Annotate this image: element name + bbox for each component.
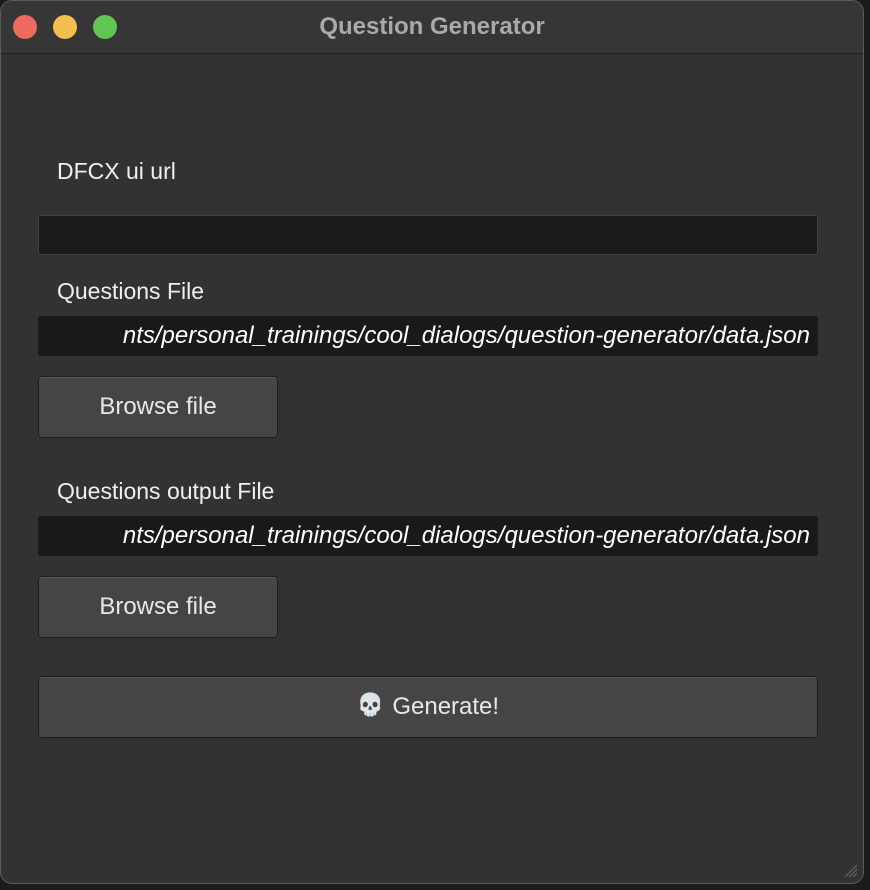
questions-output-file-value: nts/personal_trainings/cool_dialogs/ques… bbox=[122, 522, 810, 549]
generate-button-label: Generate! bbox=[392, 693, 500, 720]
app-window: Question Generator DFCX ui url Questions… bbox=[0, 0, 864, 884]
window-title: Question Generator bbox=[319, 13, 545, 40]
questions-output-file-label: Questions output File bbox=[57, 478, 275, 504]
questions-file-input[interactable]: nts/personal_trainings/cool_dialogs/ques… bbox=[38, 316, 818, 356]
dfcx-url-label: DFCX ui url bbox=[57, 158, 176, 184]
questions-file-label: Questions File bbox=[57, 278, 205, 304]
questions-browse-button[interactable]: Browse file bbox=[38, 376, 278, 438]
questions-file-value: nts/personal_trainings/cool_dialogs/ques… bbox=[122, 322, 810, 349]
skull-icon: 💀 bbox=[356, 691, 385, 717]
dfcx-url-input[interactable] bbox=[38, 215, 818, 255]
resize-grip-icon[interactable] bbox=[843, 863, 857, 877]
generate-button[interactable]: 💀 Generate! bbox=[38, 676, 818, 738]
output-browse-button[interactable]: Browse file bbox=[38, 576, 278, 638]
questions-output-file-input[interactable]: nts/personal_trainings/cool_dialogs/ques… bbox=[38, 516, 818, 556]
title-bar[interactable]: Question Generator bbox=[1, 1, 863, 54]
